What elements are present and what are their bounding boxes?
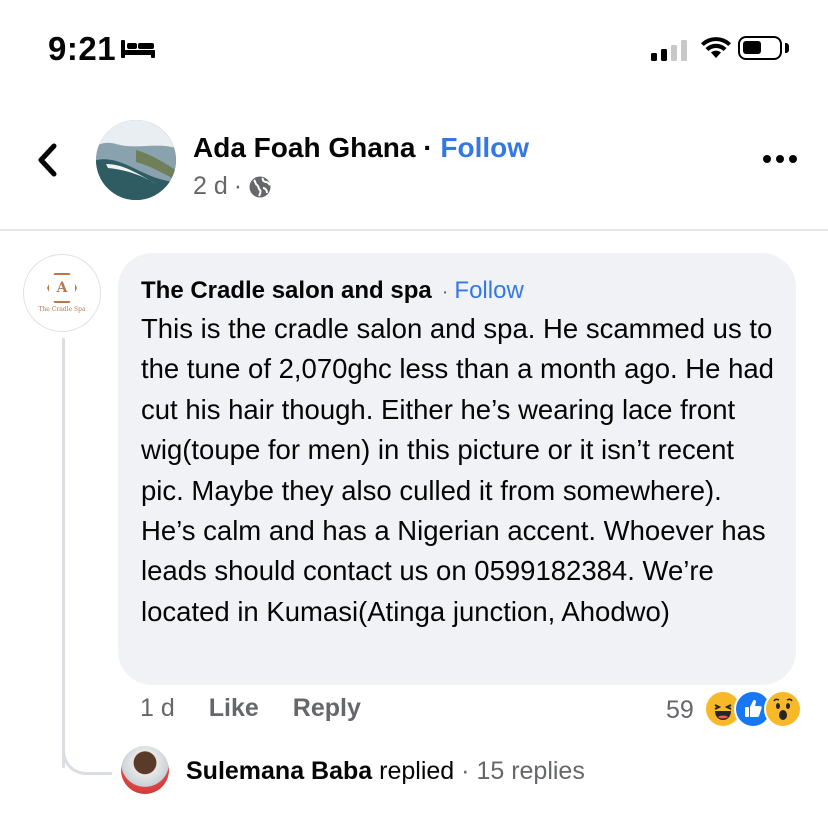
reaction-count[interactable]: 59 bbox=[666, 696, 694, 725]
commenter-avatar[interactable]: A The Cradle Spa bbox=[23, 254, 101, 332]
header-divider bbox=[0, 229, 828, 231]
replier-avatar[interactable] bbox=[121, 746, 169, 794]
reply-action: replied bbox=[379, 757, 455, 785]
back-button[interactable] bbox=[34, 142, 60, 183]
comment-time[interactable]: 1 d bbox=[140, 694, 175, 723]
globe-icon bbox=[249, 176, 271, 197]
page-name[interactable]: Ada Foah Ghana bbox=[193, 132, 415, 163]
thread-line bbox=[62, 338, 65, 768]
comment-bubble[interactable]: The Cradle salon and spa · Follow This is … bbox=[118, 253, 796, 685]
status-time: 9:21 bbox=[48, 30, 117, 67]
bed-icon bbox=[120, 38, 156, 65]
reply-count: 15 replies bbox=[476, 757, 585, 785]
like-button[interactable]: Like bbox=[209, 694, 259, 723]
salon-logo-icon: A bbox=[47, 273, 77, 303]
replier-name: Sulemana Baba bbox=[186, 757, 373, 785]
wifi-icon bbox=[700, 36, 732, 65]
comment-author[interactable]: The Cradle salon and spa bbox=[141, 277, 432, 304]
cellular-signal-icon bbox=[651, 40, 687, 61]
reaction-icons[interactable] bbox=[704, 690, 802, 728]
more-horizontal-icon bbox=[763, 155, 771, 163]
post-time[interactable]: 2 d bbox=[193, 172, 228, 201]
comment-text: This is the cradle salon and spa. He sca… bbox=[141, 313, 774, 627]
author-separator: · bbox=[441, 281, 449, 303]
battery-tip bbox=[785, 43, 789, 53]
reply-button[interactable]: Reply bbox=[293, 694, 361, 723]
post-meta: 2 d · bbox=[193, 172, 272, 201]
avatar-logo-text: The Cradle Spa bbox=[38, 306, 86, 313]
more-dot bbox=[789, 155, 797, 163]
follow-page-button[interactable]: Follow bbox=[440, 132, 529, 163]
more-options-button[interactable] bbox=[763, 155, 797, 163]
more-dot bbox=[776, 155, 784, 163]
thread-connector bbox=[62, 740, 112, 775]
name-separator: · bbox=[423, 132, 433, 163]
battery-icon bbox=[738, 36, 782, 60]
meta-separator: · bbox=[233, 172, 243, 200]
wow-icon bbox=[764, 690, 802, 728]
chevron-left-icon bbox=[38, 143, 57, 177]
reply-separator: · bbox=[461, 757, 470, 785]
page-avatar[interactable] bbox=[96, 120, 176, 200]
page-name-row: Ada Foah Ghana · Follow bbox=[193, 132, 529, 164]
follow-commenter-button[interactable]: Follow bbox=[454, 277, 523, 304]
comment-actions: 1 d Like Reply bbox=[140, 694, 361, 723]
view-replies-link[interactable]: Sulemana Baba replied · 15 replies bbox=[186, 757, 585, 786]
comment-author-row: The Cradle salon and spa · Follow bbox=[141, 277, 774, 305]
